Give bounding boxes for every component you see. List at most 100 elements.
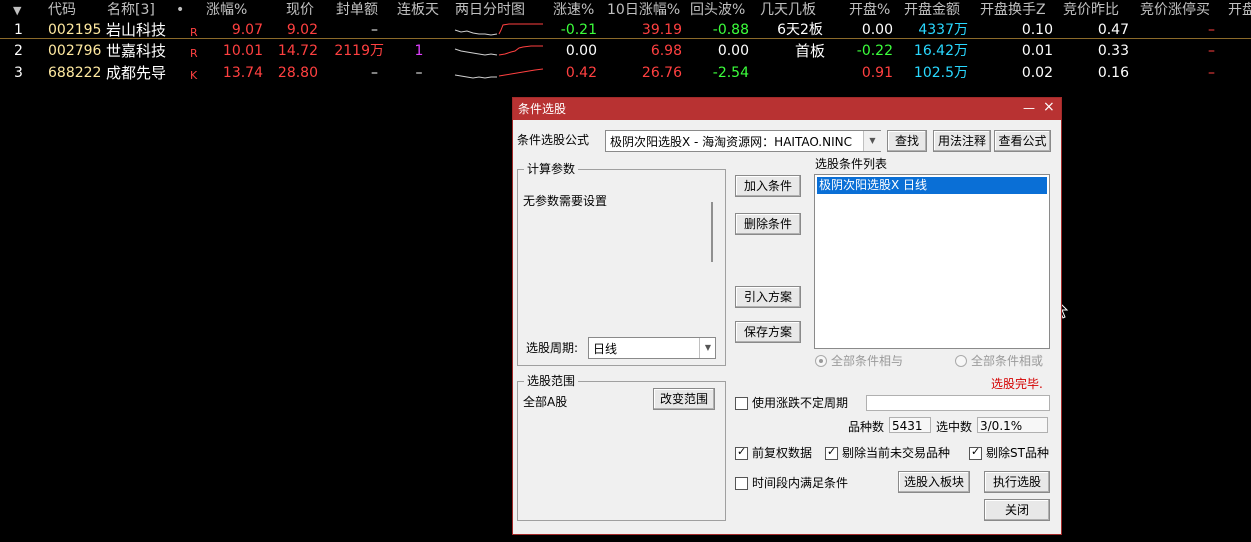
scope-value: 全部A股 [523, 395, 568, 409]
col-header-intraday[interactable]: 两日分时图 [455, 0, 525, 20]
col-header-boards[interactable]: 连板天 [397, 0, 439, 20]
col-header-speed[interactable]: 涨速% [553, 0, 594, 20]
col-header-open-pct[interactable]: 开盘% [849, 0, 890, 20]
col-header-back[interactable]: 回头波% [690, 0, 745, 20]
to-block-button[interactable]: 选股入板块 [898, 471, 970, 493]
close-button[interactable]: 关闭 [984, 499, 1050, 521]
exclude-untraded-checkbox[interactable]: ✓ [825, 445, 838, 460]
open-amount: 16.42万 [913, 43, 968, 59]
intraday-sparkline [454, 68, 544, 79]
run-select-button[interactable]: 执行选股 [984, 471, 1050, 493]
params-text: 无参数需要设置 [523, 194, 608, 208]
delete-condition-button[interactable]: 删除条件 [735, 213, 801, 235]
period-dropdown-icon[interactable]: ▼ [699, 338, 716, 358]
view-formula-button[interactable]: 查看公式 [994, 130, 1051, 152]
sort-arrow-icon[interactable]: ▼ [13, 1, 21, 21]
radio-and-dot [819, 359, 823, 363]
table-row[interactable]: 3 688222 成都先导 K 13.74 28.80 – – 0.42 26.… [0, 63, 1251, 84]
col-header-turnover[interactable]: 开盘换手Z [980, 0, 1046, 20]
formula-select[interactable]: 极阴次阳选股X - 海淘资源网：HAITAO.NINC [605, 130, 881, 152]
find-button[interactable]: 查找 [887, 130, 927, 152]
count-label: 品种数 [848, 420, 885, 434]
change-scope-button[interactable]: 改变范围 [653, 388, 715, 410]
import-plan-button[interactable]: 引入方案 [735, 286, 801, 308]
params-group: 计算参数 无参数需要设置 选股周期: 日线 ▼ [517, 162, 726, 366]
col-header-seal[interactable]: 封单额 [336, 0, 378, 20]
change-10d: 26.76 [641, 65, 682, 81]
scope-group: 选股范围 全部A股 改变范围 [517, 374, 726, 521]
change-10d: 6.98 [650, 43, 682, 59]
auction-ratio: 0.16 [1097, 65, 1129, 81]
usage-notes-button[interactable]: 用法注释 [933, 130, 991, 152]
time-range-label: 时间段内满足条件 [752, 476, 849, 490]
col-header-price[interactable]: 现价 [286, 0, 314, 20]
col-header-ratio[interactable]: 竞价昨比 [1063, 0, 1119, 20]
fq-label: 前复权数据 [752, 446, 813, 460]
condition-select-dialog: 条件选股 — × 条件选股公式 极阴次阳选股X - 海淘资源网：HAITAO.N… [512, 97, 1062, 535]
selected-row-underline [0, 38, 1251, 39]
dialog-titlebar[interactable]: 条件选股 — × [513, 98, 1061, 120]
radio-and[interactable] [815, 355, 827, 367]
col-header-dot: • [176, 2, 185, 18]
row-index: 2 [14, 43, 23, 59]
stock-code: 688222 [48, 65, 102, 81]
market-flag: R [190, 47, 198, 60]
save-plan-button[interactable]: 保存方案 [735, 321, 801, 343]
auction-ratio: 0.33 [1097, 43, 1129, 59]
col-header-days[interactable]: 几天几板 [760, 0, 816, 20]
change-pct: 10.01 [222, 43, 263, 59]
market-flag: R [190, 26, 198, 39]
price: 14.72 [277, 43, 318, 59]
table-row[interactable]: 2 002796 世嘉科技 R 10.01 14.72 2119万 1 0.00… [0, 41, 1251, 62]
radio-and-label: 全部条件相与 [831, 354, 904, 368]
intraday-sparkline [454, 45, 543, 56]
seal-amount: – [371, 65, 378, 81]
status-text: 选股完毕. [991, 377, 1043, 391]
open-pct: 0.91 [861, 65, 893, 81]
period-label: 选股周期: [526, 341, 579, 355]
stock-code: 002796 [48, 43, 102, 59]
radio-or-label: 全部条件相或 [971, 354, 1044, 368]
dialog-title: 条件选股 [518, 102, 567, 116]
list-item[interactable]: 极阴次阳选股X 日线 [817, 177, 1047, 194]
stock-name: 成都先导 [106, 64, 167, 82]
close-icon[interactable]: × [1043, 100, 1055, 114]
auction-limit-buy: – [1208, 43, 1215, 59]
col-header-change[interactable]: 涨幅% [206, 0, 247, 20]
auction-limit-buy: – [1208, 65, 1215, 81]
scope-group-label: 选股范围 [524, 374, 579, 388]
params-group-label: 计算参数 [524, 162, 579, 176]
add-condition-button[interactable]: 加入条件 [735, 175, 801, 197]
selected-label: 选中数 [936, 420, 973, 434]
col-header-code[interactable]: 代码 [48, 0, 76, 20]
exclude-untraded-label: 剔除当前未交易品种 [842, 446, 951, 460]
col-header-open-amt[interactable]: 开盘金额 [904, 0, 960, 20]
col-header-chg10[interactable]: 10日涨幅% [607, 0, 680, 20]
price: 28.80 [277, 65, 318, 81]
speed: 0.42 [565, 65, 597, 81]
time-range-checkbox[interactable] [735, 477, 748, 490]
days-boards: 首板 [794, 42, 825, 60]
use-period-checkbox[interactable] [735, 397, 748, 410]
fq-checkbox[interactable]: ✓ [735, 445, 748, 460]
use-period-label: 使用涨跌不定周期 [752, 396, 849, 410]
exclude-st-checkbox[interactable]: ✓ [969, 445, 982, 460]
formula-label: 条件选股公式 [517, 133, 590, 147]
seal-amount: 2119万 [334, 43, 384, 59]
progress-bar [866, 395, 1050, 411]
exclude-st-label: 剔除ST品种 [986, 446, 1049, 460]
col-header-open[interactable]: 开盘 [1228, 0, 1251, 20]
col-header-name[interactable]: 名称[3] [107, 0, 155, 20]
change-pct: 13.74 [222, 65, 263, 81]
speed: 0.00 [565, 43, 597, 59]
period-select[interactable]: 日线 [588, 337, 716, 359]
condition-list[interactable]: 极阴次阳选股X 日线 [814, 174, 1050, 349]
boards: – [415, 65, 423, 81]
condition-list-label: 选股条件列表 [815, 157, 888, 171]
params-scrollbar[interactable] [711, 202, 713, 262]
minimize-icon[interactable]: — [1023, 101, 1035, 115]
check-icon: ✓ [971, 445, 981, 458]
col-header-limit-buy[interactable]: 竞价涨停买 [1140, 0, 1210, 20]
radio-or[interactable] [955, 355, 967, 367]
formula-dropdown-icon[interactable]: ▼ [863, 131, 881, 151]
